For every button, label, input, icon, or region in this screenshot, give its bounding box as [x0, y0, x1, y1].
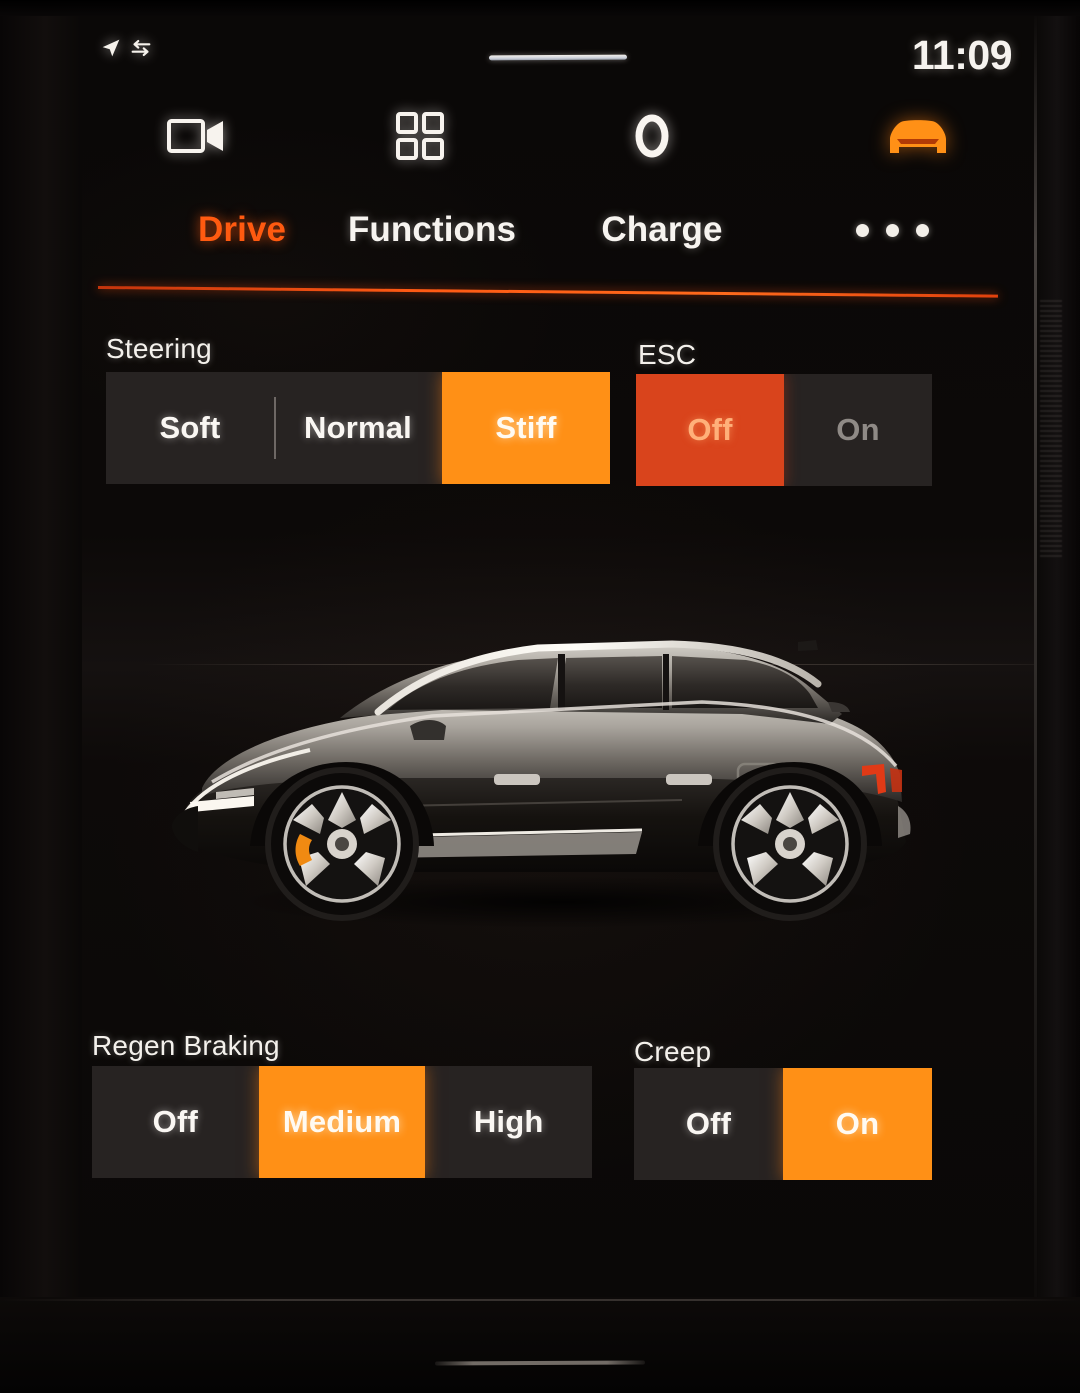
creep-label: Creep: [634, 1036, 712, 1067]
bezel-left: [0, 0, 82, 1393]
car-side-profile-render: [172, 640, 911, 928]
steering-option-stiff[interactable]: Stiff: [442, 372, 610, 484]
steering-label: Steering: [106, 333, 212, 364]
location-arrow-icon: [100, 38, 122, 58]
climate-button[interactable]: [552, 90, 752, 186]
bezel-top: [0, 0, 1080, 16]
tab-bar: Drive Functions Charge: [82, 192, 1034, 280]
status-bar: 11:09: [82, 16, 1034, 88]
steering-option-normal[interactable]: Normal: [274, 372, 442, 484]
bezel-right: [1034, 0, 1080, 1393]
bezel-bottom: [0, 1297, 1080, 1393]
tab-functions[interactable]: Functions: [322, 192, 542, 268]
regen-braking-label: Regen Braking: [92, 1030, 280, 1061]
esc-option-off[interactable]: Off: [636, 374, 784, 486]
apps-grid-icon: [395, 111, 445, 166]
esc-option-on[interactable]: On: [784, 374, 932, 486]
apps-button[interactable]: [312, 90, 527, 186]
car-front-icon: [882, 113, 954, 164]
camera-button[interactable]: [82, 90, 312, 186]
creep-option-off[interactable]: Off: [634, 1068, 783, 1180]
regen-option-medium[interactable]: Medium: [258, 1066, 426, 1178]
regen-option-off[interactable]: Off: [92, 1066, 259, 1178]
esc-label: ESC: [638, 339, 697, 370]
tab-drive[interactable]: Drive: [142, 192, 342, 268]
device-photo: 11:09 Drive Functions Charge Steering So…: [0, 0, 1080, 1393]
tab-charge[interactable]: Charge: [552, 192, 772, 268]
bezel-right-texture: [1040, 300, 1062, 560]
more-options-icon: [855, 223, 929, 237]
clock: 11:09: [911, 32, 1013, 78]
climate-ring-icon: [632, 110, 672, 167]
tab-more-options[interactable]: [782, 192, 1002, 268]
drag-handle[interactable]: [488, 54, 628, 61]
icon-bar: [82, 90, 1034, 186]
vehicle-image: [142, 606, 1034, 956]
infotainment-screen: 11:09 Drive Functions Charge Steering So…: [82, 16, 1034, 1306]
esc-segmented-control: Off On: [636, 374, 932, 486]
regen-braking-segmented-control: Off Medium High: [92, 1066, 592, 1178]
regen-option-high[interactable]: High: [425, 1066, 592, 1178]
steering-option-soft[interactable]: Soft: [106, 372, 274, 484]
status-indicator-group: [100, 38, 153, 58]
tab-active-underline: [97, 286, 998, 298]
bezel-right-edge: [1034, 10, 1037, 1310]
data-transfer-icon: [129, 39, 153, 57]
steering-segmented-control: Soft Normal Stiff: [106, 372, 610, 484]
creep-segmented-control: Off On: [634, 1068, 932, 1180]
creep-option-on[interactable]: On: [783, 1068, 932, 1180]
screen-bottom-edge: [0, 1299, 1080, 1301]
camera-icon: [166, 113, 228, 164]
car-button[interactable]: [802, 90, 1034, 186]
